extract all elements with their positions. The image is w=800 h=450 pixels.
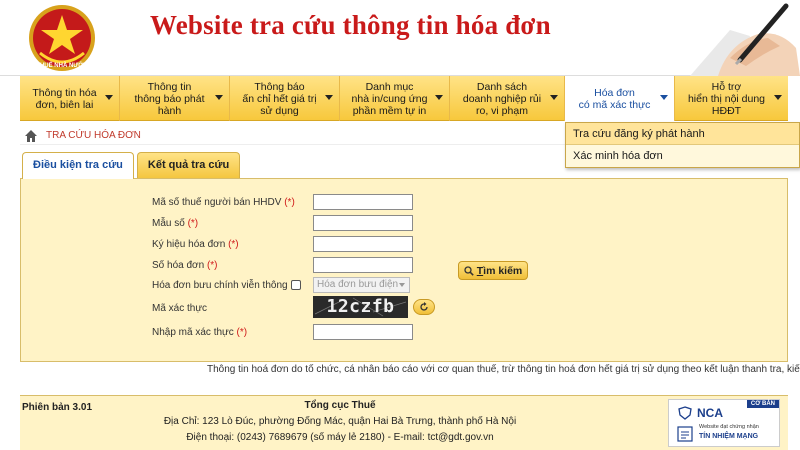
shield-icon xyxy=(678,406,692,420)
invoice-number-label: Số hóa đơn (*) xyxy=(152,259,218,271)
nav-label: sử dụng xyxy=(260,104,299,117)
nca-logo: NCA xyxy=(697,406,723,420)
template-row: Mẫu số (*) xyxy=(152,215,198,231)
captcha-input-row: Nhập mã xác thực (*) xyxy=(152,324,247,340)
postal-select-value: Hóa đơn bưu điện xyxy=(317,279,399,290)
postal-checkbox[interactable] xyxy=(290,280,301,290)
template-label: Mẫu số (*) xyxy=(152,217,199,229)
nca-title: TÍN NHIỆM MẠNG xyxy=(699,433,759,440)
nav-item-printer-list[interactable]: Danh mục nhà in/cung ứng phần mềm tự in xyxy=(340,76,450,121)
breadcrumb-current: TRA CỨU HÓA ĐƠN xyxy=(46,130,141,141)
nav-label: thông báo phát xyxy=(134,92,205,105)
captcha-text: 12czfb xyxy=(326,296,395,317)
nav-label: Thông báo xyxy=(254,80,305,93)
nav-label: Hóa đơn xyxy=(594,86,635,99)
tax-code-input[interactable] xyxy=(313,194,413,210)
captcha-refresh-button[interactable] xyxy=(413,299,435,315)
caret-down-icon xyxy=(435,95,443,100)
nav-label: Danh mục xyxy=(365,80,414,93)
captcha-image: 12czfb xyxy=(313,296,408,318)
series-input[interactable] xyxy=(313,236,413,252)
nav-label: đơn, biên lai xyxy=(35,98,94,111)
nav-item-issuance-notice[interactable]: Thông tin thông báo phát hành xyxy=(120,76,230,121)
caret-down-icon xyxy=(105,95,113,100)
footer-org: Tổng cục Thuế xyxy=(304,400,376,411)
nav-label: có mã xác thực xyxy=(578,98,651,111)
nav-label: hành xyxy=(157,104,182,117)
info-notice: Thông tin hoá đơn do tổ chức, cá nhân bá… xyxy=(207,364,800,375)
template-input[interactable] xyxy=(313,215,413,231)
nav-item-support[interactable]: Hỗ trợ hiển thị nội dung HĐĐT xyxy=(675,76,788,121)
site-footer: Phiên bản 3.01 Tổng cục Thuế Địa Chỉ: 12… xyxy=(20,395,788,450)
footer-contact: Điện thoại: (0243) 7689679 (số máy lẻ 21… xyxy=(186,432,494,443)
series-label: Ký hiệu hóa đơn (*) xyxy=(152,238,239,250)
nav-item-expired-notice[interactable]: Thông báo ấn chỉ hết giá trị sử dụng xyxy=(230,76,340,121)
tax-code-row: Mã số thuế người bán HHDV (*) xyxy=(152,194,295,210)
nav-item-invoice-info[interactable]: Thông tin hóa đơn, biên lai xyxy=(20,76,120,121)
main-nav: Thông tin hóa đơn, biên lai Thông tin thôn… xyxy=(20,76,788,121)
tax-emblem-icon[interactable]: THUẾ NHÀ NƯỚC xyxy=(26,3,98,73)
search-button[interactable]: Tìm kiếm xyxy=(458,261,528,280)
captcha-input-label: Nhập mã xác thực (*) xyxy=(152,326,248,338)
caret-down-icon xyxy=(325,95,333,100)
nav-label: HĐĐT xyxy=(711,104,742,117)
nca-subtitle: Website đạt chứng nhận xyxy=(699,424,759,430)
caret-down-icon xyxy=(660,95,668,100)
nav-label: Thông tin xyxy=(147,80,192,93)
nav-label: Danh sách xyxy=(476,80,528,93)
captcha-label: Mã xác thực xyxy=(152,302,208,314)
menu-item-registration-lookup[interactable]: Tra cứu đăng ký phát hành xyxy=(566,123,799,145)
caret-down-icon xyxy=(774,95,782,100)
caret-down-icon xyxy=(550,95,558,100)
nav-label: Hỗ trợ xyxy=(711,80,742,93)
nav-label: ấn chỉ hết giá trị xyxy=(242,92,317,105)
captcha-input[interactable] xyxy=(313,324,413,340)
refresh-icon xyxy=(420,302,428,311)
nav-label: hiển thị nội dung xyxy=(687,92,766,105)
search-icon xyxy=(464,265,474,276)
menu-item-invoice-verify[interactable]: Xác minh hóa đơn xyxy=(566,145,799,167)
nav-label: phần mềm tự in xyxy=(352,104,427,117)
nav-dropdown-menu: Tra cứu đăng ký phát hành Xác minh hóa đ… xyxy=(565,122,800,168)
lookup-tabs: Điều kiện tra cứu Kết quả tra cứu xyxy=(22,152,243,179)
captcha-row: Mã xác thực xyxy=(152,300,207,316)
search-button-label: ìm kiếm xyxy=(483,264,523,277)
nav-item-risk-list[interactable]: Danh sách doanh nghiệp rủi ro, vi phạm xyxy=(450,76,565,121)
footer-address: Địa Chỉ: 123 Lò Đúc, phường Đống Mác, qu… xyxy=(163,416,517,427)
home-icon[interactable] xyxy=(24,129,38,143)
pen-writing-icon xyxy=(690,3,800,76)
logo-text: THUẾ NHÀ NƯỚC xyxy=(36,61,88,69)
tab-search-results[interactable]: Kết quả tra cứu xyxy=(136,152,241,178)
nca-tier-badge: CƠ BẢN xyxy=(746,400,779,408)
tax-code-label: Mã số thuế người bán HHDV (*) xyxy=(152,196,295,208)
nav-item-verified-invoice[interactable]: Hóa đơn có mã xác thực xyxy=(565,76,675,121)
site-header: THUẾ NHÀ NƯỚC Website tra cứu thông tin … xyxy=(0,0,800,76)
nca-trust-badge[interactable]: CƠ BẢN NCA Website đạt chứng nhận TÍN NH… xyxy=(668,399,780,447)
nav-label: ro, vi phạm xyxy=(476,104,528,117)
nav-label: nhà in/cung ứng xyxy=(351,92,428,105)
search-form-panel: Mã số thuế người bán HHDV (*) Mẫu số (*)… xyxy=(20,178,788,362)
postal-select[interactable]: Hóa đơn bưu điện xyxy=(313,277,410,293)
chevron-down-icon xyxy=(399,283,405,287)
postal-row: Hóa đơn bưu chính viễn thông xyxy=(152,277,301,293)
postal-label: Hóa đơn bưu chính viễn thông xyxy=(152,279,288,291)
certificate-icon xyxy=(677,426,693,442)
invoice-number-row: Số hóa đơn (*) xyxy=(152,257,218,273)
tab-search-conditions[interactable]: Điều kiện tra cứu xyxy=(22,152,134,179)
site-title: Website tra cứu thông tin hóa đơn xyxy=(150,10,551,40)
caret-down-icon xyxy=(215,95,223,100)
nav-label: Thông tin hóa xyxy=(32,86,97,99)
nav-label: doanh nghiệp rủi xyxy=(462,92,542,105)
series-row: Ký hiệu hóa đơn (*) xyxy=(152,236,239,252)
invoice-number-input[interactable] xyxy=(313,257,413,273)
